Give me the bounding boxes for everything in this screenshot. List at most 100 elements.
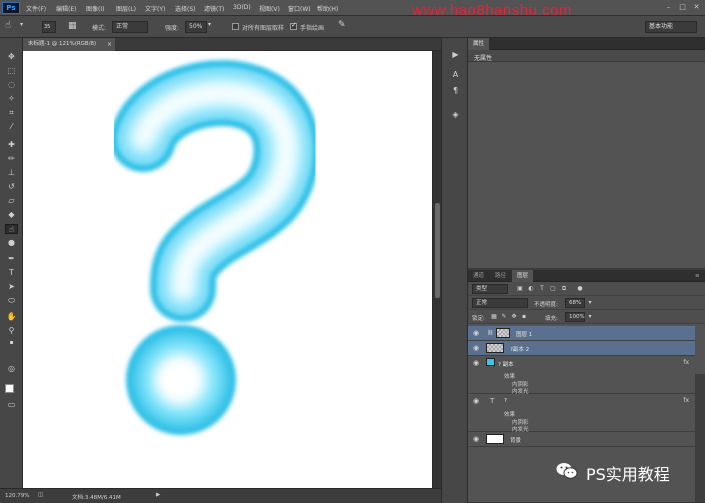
default-colors-icon[interactable]: ▪ xyxy=(5,338,18,348)
layer-row[interactable]: ◉ ?副本 2 xyxy=(468,341,695,356)
quick-select-tool-icon[interactable]: ✧ xyxy=(5,94,18,104)
pressure-icon[interactable]: ✎ xyxy=(338,20,346,30)
blend-mode-select[interactable]: 正常 xyxy=(472,298,528,308)
layer-name[interactable]: ? xyxy=(504,398,507,404)
tab-properties[interactable]: 属性 xyxy=(468,38,490,50)
layer-name[interactable]: ? 副本 xyxy=(498,360,514,368)
zoom-level[interactable]: 120.79% xyxy=(5,493,29,499)
status-menu-arrow-icon[interactable]: ▶ xyxy=(156,492,160,498)
tool-preset-chevron-icon[interactable]: ▾ xyxy=(20,21,23,28)
filter-smart-object-icon[interactable]: ⧉ xyxy=(560,285,568,293)
type-tool-icon[interactable]: T xyxy=(5,268,18,278)
tab-channels[interactable]: 通道 xyxy=(468,270,489,282)
opacity-chevron-icon[interactable]: ▾ xyxy=(586,299,594,307)
pen-tool-icon[interactable]: ✒ xyxy=(5,254,18,264)
menu-3d[interactable]: 3D(D) xyxy=(233,4,251,11)
visibility-eye-icon[interactable]: ◉ xyxy=(472,436,480,443)
maximize-icon[interactable]: □ xyxy=(677,3,688,13)
healing-tool-icon[interactable]: ✚ xyxy=(5,140,18,150)
filter-toggle-icon[interactable]: ● xyxy=(576,285,584,293)
eyedropper-tool-icon[interactable]: ⁄ xyxy=(5,122,18,132)
visibility-eye-icon[interactable]: ◉ xyxy=(472,330,480,337)
lasso-tool-icon[interactable]: ◌ xyxy=(5,80,18,90)
3d-panel-icon[interactable]: ◈ xyxy=(450,110,461,120)
filter-shape-icon[interactable]: ▢ xyxy=(549,285,557,293)
strength-chevron-icon[interactable]: ▾ xyxy=(208,21,211,28)
layer-row[interactable]: ◉ ⛓ 图层 1 xyxy=(468,326,695,341)
opacity-field[interactable]: 68% xyxy=(565,298,585,308)
history-brush-tool-icon[interactable]: ↺ xyxy=(5,182,18,192)
move-tool-icon[interactable]: ✥ xyxy=(5,52,18,62)
close-icon[interactable]: ✕ xyxy=(691,3,702,13)
fill-chevron-icon[interactable]: ▾ xyxy=(586,313,594,321)
menu-window[interactable]: 窗口(W) xyxy=(288,4,311,13)
menu-image[interactable]: 图像(I) xyxy=(86,4,104,13)
finger-paint-checkbox[interactable]: ✓ xyxy=(290,21,297,30)
stamp-tool-icon[interactable]: ⊥ xyxy=(5,168,18,178)
hand-tool-icon[interactable]: ✋ xyxy=(5,312,18,322)
marquee-tool-icon[interactable]: ⬚ xyxy=(5,66,18,76)
canvas-vertical-scrollbar[interactable] xyxy=(432,51,441,488)
brush-panel-icon[interactable]: ▦ xyxy=(68,21,77,31)
menu-edit[interactable]: 编辑(E) xyxy=(56,4,76,13)
character-panel-icon[interactable]: A xyxy=(450,70,461,80)
menu-view[interactable]: 视图(V) xyxy=(259,4,280,13)
layer-row[interactable]: ◉ ? 副本 fx 效果 内阴影 内发光 xyxy=(468,356,695,395)
crop-tool-icon[interactable]: ⌗ xyxy=(5,108,18,118)
lock-pixels-icon[interactable]: ✎ xyxy=(500,313,508,321)
document-close-icon[interactable]: × xyxy=(107,38,112,51)
smudge-tool-icon-active[interactable]: ☝ xyxy=(5,224,18,234)
paint-bucket-tool-icon[interactable]: ◆ xyxy=(5,210,18,220)
visibility-eye-icon[interactable]: ◉ xyxy=(472,345,480,352)
scrollbar-thumb[interactable] xyxy=(435,203,440,298)
strength-field[interactable]: 50% xyxy=(185,21,207,33)
layers-scrollbar[interactable] xyxy=(695,374,705,502)
lock-transparency-icon[interactable]: ▦ xyxy=(490,313,498,321)
mode-select[interactable]: 正常 xyxy=(112,21,148,33)
visibility-eye-icon[interactable]: ◉ xyxy=(472,360,480,367)
menu-select[interactable]: 选择(S) xyxy=(175,4,196,13)
path-select-tool-icon[interactable]: ➤ xyxy=(5,282,18,292)
canvas[interactable] xyxy=(23,51,432,488)
layer-fx-badge[interactable]: fx xyxy=(683,397,689,404)
brush-size-field[interactable]: 35 xyxy=(42,21,56,33)
screen-mode-icon[interactable]: ▭ xyxy=(5,400,18,410)
filter-adjustment-icon[interactable]: ◐ xyxy=(527,285,535,293)
layer-fx-badge[interactable]: fx xyxy=(683,359,689,366)
visibility-eye-icon[interactable]: ◉ xyxy=(472,398,480,405)
brush-tool-icon[interactable]: ✏ xyxy=(5,154,18,164)
panel-menu-icon[interactable]: ≡ xyxy=(690,270,705,282)
menu-filter[interactable]: 滤镜(T) xyxy=(204,4,224,13)
tab-layers[interactable]: 图层 xyxy=(512,270,534,282)
shape-tool-icon[interactable]: ⬭ xyxy=(5,296,18,306)
menu-type[interactable]: 文字(Y) xyxy=(145,4,165,13)
smudge-tool-icon[interactable]: ☝ xyxy=(5,20,11,31)
eraser-tool-icon[interactable]: ▱ xyxy=(5,196,18,206)
workspace-select[interactable]: 基本功能 xyxy=(645,21,697,33)
minimize-icon[interactable]: – xyxy=(663,3,674,13)
filter-pixel-icon[interactable]: ▣ xyxy=(516,285,524,293)
filter-type-icon[interactable]: T xyxy=(538,285,546,293)
sample-all-checkbox[interactable] xyxy=(232,23,239,30)
paragraph-panel-icon[interactable]: ¶ xyxy=(450,86,461,96)
fill-field[interactable]: 100% xyxy=(565,312,585,322)
collapse-dock-icon[interactable]: ▶ xyxy=(450,50,461,60)
tab-paths[interactable]: 路径 xyxy=(490,270,511,282)
layer-row[interactable]: ◉ 背景 xyxy=(468,432,695,447)
menu-file[interactable]: 文件(F) xyxy=(26,4,46,13)
layer-row[interactable]: ◉ T ? fx 效果 内阴影 内发光 xyxy=(468,394,695,433)
kind-filter-select[interactable]: 类型 xyxy=(472,284,508,294)
status-info-icon[interactable]: ◫ xyxy=(38,492,43,498)
foreground-color-swatch[interactable] xyxy=(5,384,14,393)
layer-name[interactable]: 背景 xyxy=(510,436,521,444)
lock-all-icon[interactable]: ▪ xyxy=(520,313,528,321)
lock-position-icon[interactable]: ✥ xyxy=(510,313,518,321)
zoom-tool-icon[interactable]: ⚲ xyxy=(5,326,18,336)
menu-help[interactable]: 帮助(H) xyxy=(317,4,338,13)
layer-name[interactable]: 图层 1 xyxy=(516,330,532,338)
menu-layer[interactable]: 图层(L) xyxy=(116,4,136,13)
dodge-tool-icon[interactable]: ● xyxy=(5,238,18,248)
document-tab[interactable]: 未标题-1 @ 121%(RGB/8) xyxy=(23,38,115,51)
layer-name[interactable]: ?副本 2 xyxy=(510,345,529,353)
quick-mask-icon[interactable]: ◎ xyxy=(5,364,18,374)
